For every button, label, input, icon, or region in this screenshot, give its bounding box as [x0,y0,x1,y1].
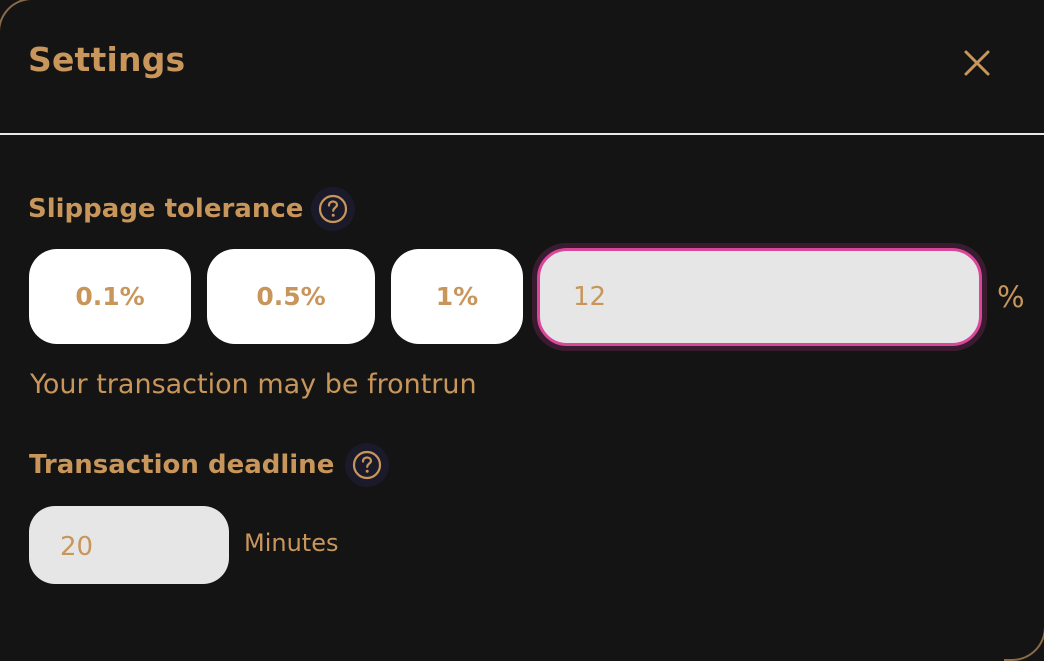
close-button[interactable] [958,44,996,82]
slippage-preset-0-5[interactable]: 0.5% [207,249,375,344]
modal-border-corner [0,0,40,40]
slippage-preset-1[interactable]: 1% [391,249,523,344]
percent-unit-label: % [997,280,1025,314]
modal-title: Settings [28,40,186,79]
close-icon [964,50,990,76]
settings-modal: Settings Slippage tolerance 0.1% 0.5% 1%… [0,0,1044,661]
header-divider [0,133,1044,135]
transaction-deadline-label: Transaction deadline [29,450,335,480]
modal-border-corner [1004,619,1044,661]
minutes-unit-label: Minutes [244,529,339,557]
custom-slippage-input[interactable] [537,248,982,346]
question-circle-icon [318,194,348,224]
deadline-minutes-input[interactable] [29,506,229,584]
slippage-preset-0-1[interactable]: 0.1% [29,249,191,344]
question-circle-icon [352,450,382,480]
slippage-tolerance-label: Slippage tolerance [28,194,304,224]
slippage-help-button[interactable] [311,187,355,231]
frontrun-warning: Your transaction may be frontrun [30,369,477,400]
deadline-help-button[interactable] [345,443,389,487]
